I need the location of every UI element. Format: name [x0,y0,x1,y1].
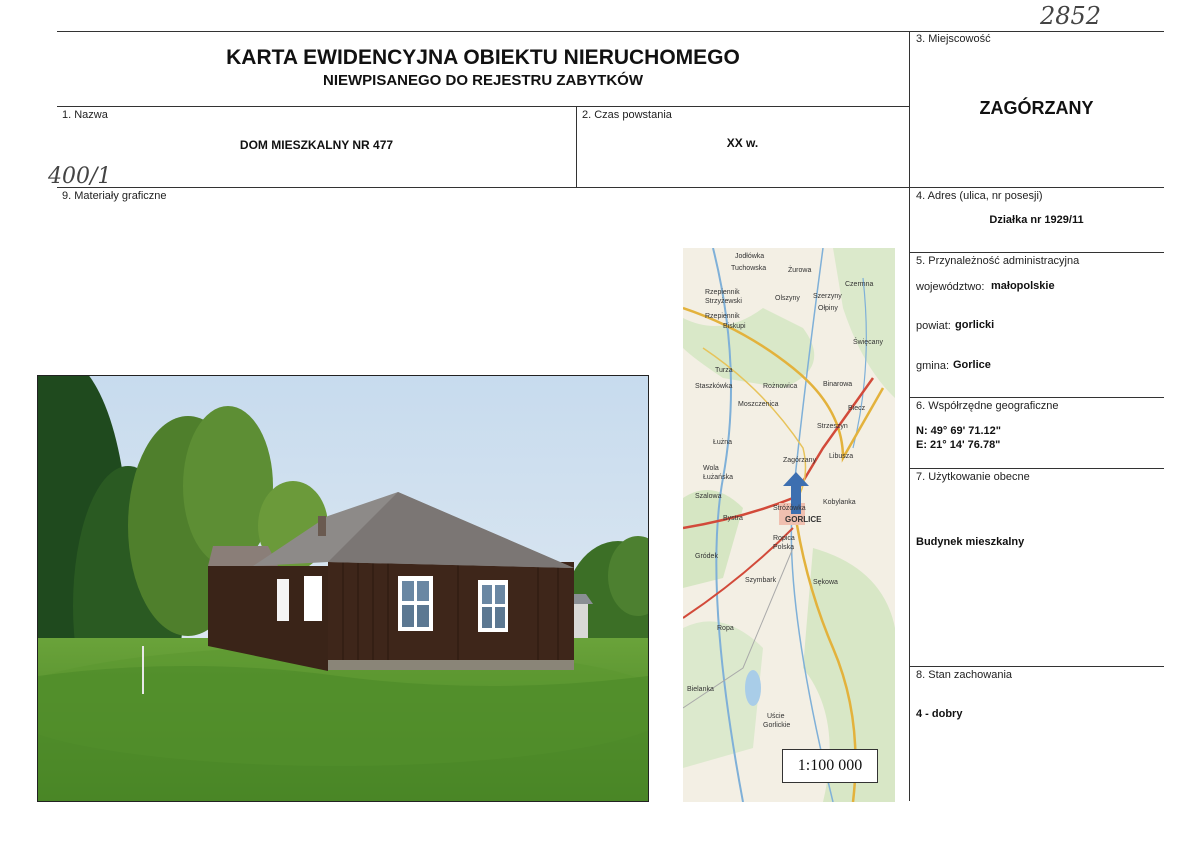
svg-text:GORLICE: GORLICE [785,515,822,524]
svg-text:Zagórzany: Zagórzany [783,457,817,464]
field-powiat-label: powiat: [916,320,951,332]
svg-text:Rzepiennik: Rzepiennik [705,289,740,296]
svg-text:Biecz: Biecz [848,405,866,412]
field-miejscowosc-value: ZAGÓRZANY [979,98,1094,118]
svg-text:Święcany: Święcany [853,337,883,346]
svg-text:Binarowa: Binarowa [823,381,852,388]
svg-text:Uście: Uście [767,713,785,720]
field-nazwa-value: DOM MIESZKALNY NR 477 [239,138,394,152]
field-materialy-label: 9. Materiały graficzne [62,190,167,202]
field-wspolrzedne-e: E: 21° 14' 76.78" [916,439,1001,451]
svg-text:Bielanka: Bielanka [687,686,714,693]
card-title: KARTA EWIDENCYJNA OBIEKTU NIERUCHOMEGO [226,46,740,69]
handwritten-top-number: 2852 [1040,2,1102,30]
field-uzytkowanie-label: 7. Użytkowanie obecne [916,471,1030,483]
svg-text:Kobylanka: Kobylanka [823,499,856,506]
rule-header-bottom [57,106,909,107]
svg-text:Strzeszyn: Strzeszyn [817,423,848,430]
field-nazwa-label: 1. Nazwa [62,109,108,121]
svg-text:Ropica: Ropica [773,535,795,542]
svg-text:Gorlickie: Gorlickie [763,722,790,729]
svg-text:Rzepiennik: Rzepiennik [705,313,740,320]
svg-text:Ołpiny: Ołpiny [818,305,838,312]
svg-text:Bystra: Bystra [723,515,743,522]
svg-text:Gródek: Gródek [695,553,718,560]
field-powiat-value: gorlicki [955,319,995,331]
field-czas-value: XX w. [726,136,759,150]
svg-text:Turza: Turza [715,367,733,374]
field-miejscowosc-label: 3. Miejscowość [916,33,991,45]
svg-text:Libusza: Libusza [829,453,853,460]
svg-text:Żurowa: Żurowa [788,265,811,274]
svg-text:Wola: Wola [703,465,719,472]
map-scale: 1:100 000 [782,749,878,783]
svg-text:Czermna: Czermna [845,281,874,288]
svg-text:Tuchowska: Tuchowska [731,265,766,272]
house-photo-illustration [38,376,648,801]
svg-text:Staszkówka: Staszkówka [695,383,732,390]
svg-text:Sękowa: Sękowa [813,579,838,586]
rule-right-5 [909,397,1164,398]
svg-text:Jodłówka: Jodłówka [735,253,764,260]
card-subtitle: NIEWPISANEGO DO REJESTRU ZABYTKÓW [322,72,644,89]
svg-text:Stróżówka: Stróżówka [773,505,806,512]
field-stan-value: 4 - dobry [916,708,963,720]
svg-text:Polska: Polska [773,544,794,551]
rule-row1-bottom [57,187,1164,188]
field-wspolrzedne-label: 6. Współrzędne geograficzne [916,400,1059,412]
location-map: Jodłówka Tuchowska Żurowa Rzepiennik Str… [683,248,895,802]
field-stan-label: 8. Stan zachowania [916,669,1013,681]
map-illustration: Jodłówka Tuchowska Żurowa Rzepiennik Str… [683,248,895,802]
rule-main-divider [909,31,910,801]
field-wspolrzedne-n: N: 49° 69' 71.12" [916,425,1002,437]
field-adres-label: 4. Adres (ulica, nr posesji) [916,190,1043,202]
inventory-card: 2852 400/1 KARTA EWIDENCYJNA OBIEKTU NIE… [0,0,1199,848]
svg-text:Ropa: Ropa [717,625,734,632]
field-wojewodztwo-value: małopolskie [991,280,1055,292]
svg-text:Biskupi: Biskupi [723,323,746,330]
rule-right-7 [909,666,1164,667]
rule-right-4 [909,252,1164,253]
svg-text:Łużańska: Łużańska [703,474,733,481]
field-czas-label: 2. Czas powstania [582,109,672,121]
field-gmina-label: gmina: [916,360,950,372]
field-uzytkowanie-value: Budynek mieszkalny [916,536,1025,548]
svg-text:Olszyny: Olszyny [775,295,800,302]
rule-right-6 [909,468,1164,469]
field-gmina-value: Gorlice [953,359,991,371]
field-adres-value: Działka nr 1929/11 [989,214,1084,226]
house-photo [37,375,649,802]
svg-text:Rożnowica: Rożnowica [763,383,797,390]
field-przynaleznosc-label: 5. Przynależność administracyjna [916,255,1080,267]
svg-text:Moszczenica: Moszczenica [738,401,779,408]
field-wojewodztwo-label: województwo: [916,281,985,293]
svg-text:Szalowa: Szalowa [695,493,722,500]
rule-top [57,31,1164,32]
svg-text:Szymbark: Szymbark [745,577,777,584]
handwritten-left-number: 400/1 [48,164,112,189]
svg-text:Szerzyny: Szerzyny [813,293,842,300]
svg-text:Łużna: Łużna [713,439,732,446]
svg-text:Strzyżewski: Strzyżewski [705,298,742,305]
